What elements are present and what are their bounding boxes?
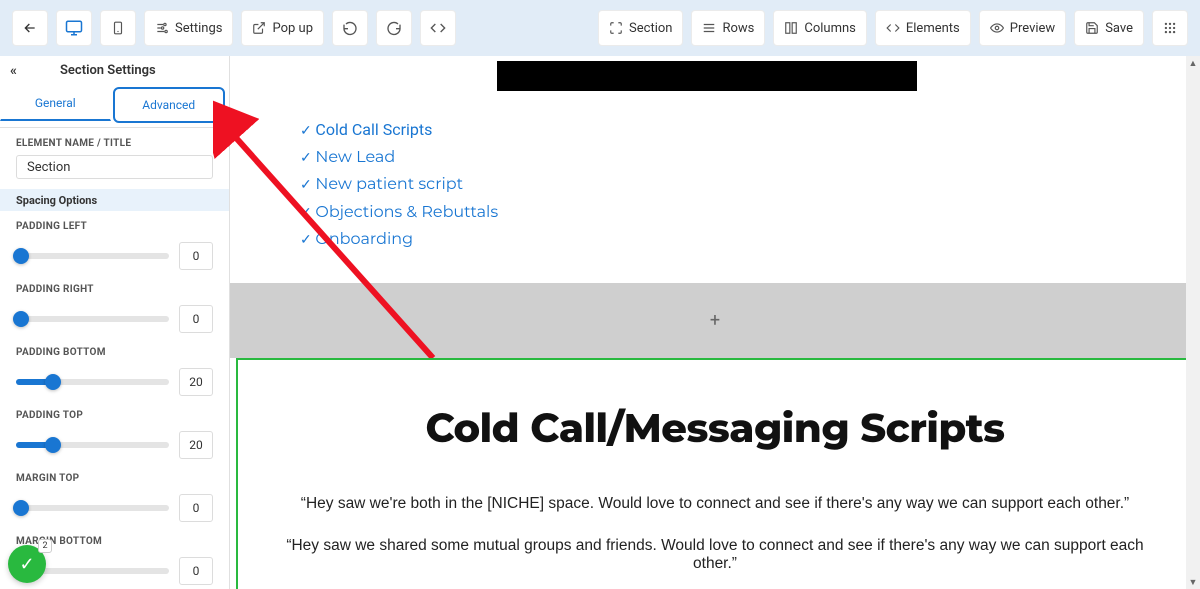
sliders-icon [155,21,169,35]
slider-value[interactable]: 0 [179,494,213,522]
check-list-item[interactable]: Cold Call Scripts [300,116,1130,144]
canvas: Cold Call ScriptsNew LeadNew patient scr… [230,56,1200,589]
columns-icon [784,21,798,35]
content-list-section[interactable]: Cold Call ScriptsNew LeadNew patient scr… [230,66,1200,283]
device-desktop-button[interactable] [56,10,92,46]
slider-value[interactable]: 0 [179,557,213,585]
device-mobile-button[interactable] [100,10,136,46]
save-icon [1085,21,1099,35]
arrow-left-icon [22,20,38,36]
settings-label: Settings [175,21,222,36]
scroll-up-icon[interactable]: ▲ [1186,56,1200,70]
slider-track[interactable] [16,505,169,511]
slider-track[interactable] [16,379,169,385]
slider-track[interactable] [16,442,169,448]
slider-label: PADDING BOTTOM [16,347,213,358]
popup-button[interactable]: Pop up [241,10,324,46]
back-button[interactable] [12,10,48,46]
element-name-label: ELEMENT NAME / TITLE [0,128,229,155]
slider-padding-right: PADDING RIGHT 0 [0,274,229,337]
slider-thumb[interactable] [13,500,29,516]
selected-section[interactable]: Cold Call/Messaging Scripts “Hey saw we'… [236,358,1194,589]
tab-advanced[interactable]: Advanced [113,87,226,123]
check-list-item[interactable]: Onboarding [300,226,1130,253]
slider-label: MARGIN TOP [16,473,213,484]
save-label: Save [1105,21,1133,36]
slider-padding-top: PADDING TOP 20 [0,400,229,463]
redo-button[interactable] [376,10,412,46]
top-toolbar: Settings Pop up Section Rows Columns Ele… [0,0,1200,56]
check-list-item[interactable]: New Lead [300,144,1130,171]
rows-button[interactable]: Rows [691,10,765,46]
eye-icon [990,21,1004,35]
check-list-item[interactable]: Objections & Rebuttals [300,199,1130,226]
slider-value[interactable]: 20 [179,368,213,396]
tab-general[interactable]: General [0,85,111,121]
mobile-icon [111,19,125,37]
notification-count: 2 [38,539,52,553]
save-button[interactable]: Save [1074,10,1144,46]
undo-button[interactable] [332,10,368,46]
apps-button[interactable] [1152,10,1188,46]
sidebar-title: Section Settings [60,63,156,78]
section-heading: Cold Call/Messaging Scripts [278,404,1152,453]
code-icon [430,20,446,36]
slider-track[interactable] [16,316,169,322]
preview-button[interactable]: Preview [979,10,1066,46]
slider-value[interactable]: 20 [179,431,213,459]
slider-track[interactable] [16,253,169,259]
section-label: Section [629,21,672,36]
columns-label: Columns [804,21,856,36]
check-list: Cold Call ScriptsNew LeadNew patient scr… [300,116,1130,253]
scroll-down-icon[interactable]: ▼ [1186,575,1200,589]
section-icon [609,21,623,35]
sidebar-header: « Section Settings [0,56,229,85]
script-line-2: “Hey saw we shared some mutual groups an… [278,537,1152,573]
settings-button[interactable]: Settings [144,10,233,46]
preview-label: Preview [1010,21,1055,36]
add-section-band[interactable]: + [230,283,1200,358]
redo-icon [386,20,402,36]
collapse-sidebar-icon[interactable]: « [10,63,17,79]
slider-padding-bottom: PADDING BOTTOM 20 [0,337,229,400]
desktop-icon [65,19,83,37]
rows-label: Rows [722,21,754,36]
section-button[interactable]: Section [598,10,683,46]
slider-label: PADDING LEFT [16,221,213,232]
columns-button[interactable]: Columns [773,10,867,46]
plus-icon: + [710,310,720,331]
element-name-input[interactable] [16,155,213,179]
slider-value[interactable]: 0 [179,242,213,270]
slider-thumb[interactable] [13,248,29,264]
elements-button[interactable]: Elements [875,10,971,46]
spacing-header: Spacing Options [0,189,229,211]
external-icon [252,21,266,35]
slider-thumb[interactable] [45,437,61,453]
code-button[interactable] [420,10,456,46]
popup-label: Pop up [272,21,313,36]
grid-icon [1163,21,1177,35]
script-line-1: “Hey saw we're both in the [NICHE] space… [278,495,1152,513]
vertical-scrollbar[interactable]: ▲ ▼ [1186,56,1200,589]
sidebar: « Section Settings General Advanced ELEM… [0,56,230,589]
slider-margin-top: MARGIN TOP 0 [0,463,229,526]
slider-padding-left: PADDING LEFT 0 [0,211,229,274]
undo-icon [342,20,358,36]
slider-thumb[interactable] [13,311,29,327]
rows-icon [702,21,716,35]
sidebar-tabs: General Advanced [0,85,229,128]
check-list-item[interactable]: New patient script [300,171,1130,198]
slider-value[interactable]: 0 [179,305,213,333]
elements-icon [886,21,900,35]
elements-label: Elements [906,21,960,36]
slider-thumb[interactable] [45,374,61,390]
slider-label: PADDING TOP [16,410,213,421]
slider-label: PADDING RIGHT [16,284,213,295]
